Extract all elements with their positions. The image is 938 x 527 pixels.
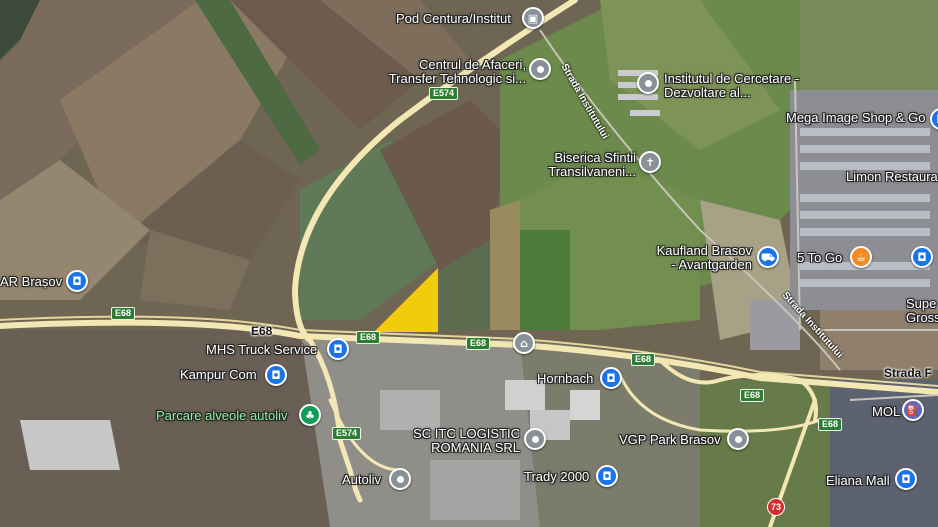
shopping-bag-icon: ◘ (606, 371, 616, 385)
camera-icon: ▣ (527, 11, 539, 25)
sc-itc-pin[interactable] (524, 428, 546, 450)
shopping-bag-icon: ◘ (333, 342, 343, 356)
sc-itc-label-line1: SC ITC LOGISTIC (413, 426, 520, 441)
pod-centura-pin[interactable]: ▣ (522, 7, 544, 29)
super-gross-pin[interactable]: ◘ (911, 246, 933, 268)
trady-label[interactable]: Trady 2000 (524, 470, 589, 484)
gas-station-icon: ⛽ (906, 403, 920, 417)
ar-brasov-label[interactable]: AR Brașov (0, 275, 62, 289)
kaufland-label[interactable]: Kaufland Brasov - Avantgarden (640, 244, 752, 272)
route-73-shield: 73 (767, 498, 785, 516)
sc-itc-label[interactable]: SC ITC LOGISTIC ROMANIA SRL (404, 427, 520, 455)
e68-shield-center: E68 (466, 337, 491, 350)
graduation-cap-icon: ⌂ (520, 336, 528, 350)
biserica-pin[interactable]: ✝ (639, 151, 661, 173)
shopping-bag-icon: ◘ (917, 250, 927, 264)
mega-image-label[interactable]: Mega Image Shop & Go (786, 111, 925, 125)
pod-centura-label[interactable]: Pod Centura/Institut (396, 12, 511, 26)
eliana-label[interactable]: Eliana Mall (826, 474, 890, 488)
5-to-go-pin[interactable]: ☕ (850, 246, 872, 268)
super-gross-label-line1: Supe (906, 296, 937, 311)
mol-pin[interactable]: ⛽ (902, 399, 924, 421)
centrul-afaceri-pin[interactable] (529, 58, 551, 80)
e574-shield-top: E574 (429, 87, 459, 100)
school-pin[interactable]: ⌂ (513, 332, 535, 354)
trady-pin[interactable]: ◘ (596, 465, 618, 487)
limon-label[interactable]: Limon Restaura (846, 170, 938, 184)
cross-icon: ✝ (645, 155, 655, 169)
mhs-truck-label[interactable]: MHS Truck Service (206, 343, 317, 357)
kampur-pin[interactable]: ◘ (265, 364, 287, 386)
biserica-label-line2: Transilvaneni... (548, 164, 636, 179)
eliana-pin[interactable]: ◘ (895, 468, 917, 490)
institutul-label[interactable]: Institutul de Cercetare - Dezvoltare al.… (664, 72, 799, 100)
e574-shield-bottom: E574 (332, 427, 362, 440)
centrul-afaceri-label[interactable]: Centrul de Afaceri, Transfer Tehnologic … (380, 58, 526, 86)
e68-shield-right1: E68 (631, 353, 656, 366)
kaufland-label-line1: Kaufland Brasov (656, 243, 752, 258)
autoliv-pin[interactable] (389, 468, 411, 490)
super-gross-label-line2: Gross& (906, 310, 938, 325)
parcare-label[interactable]: Parcare alveole autoliv (156, 409, 288, 423)
tree-icon: ♣ (305, 408, 315, 422)
autoliv-label[interactable]: Autoliv (342, 473, 381, 487)
e68-shield-mid: E68 (356, 331, 381, 344)
kaufland-pin[interactable]: ⛟ (757, 246, 779, 268)
e68-shield-right2: E68 (740, 389, 765, 402)
ar-brasov-pin[interactable]: ◘ (66, 270, 88, 292)
shopping-bag-icon: ◘ (602, 469, 612, 483)
pin-icon (531, 435, 539, 443)
institutul-label-line1: Institutul de Cercetare - (664, 71, 800, 86)
institutul-pin[interactable] (637, 72, 659, 94)
institutul-label-line2: Dezvoltare al... (664, 85, 751, 100)
shopping-bag-icon: ◘ (72, 274, 82, 288)
shopping-bag-icon: ◘ (901, 472, 911, 486)
centrul-afaceri-label-line2: Transfer Tehnologic si... (388, 71, 526, 86)
pin-icon (644, 79, 652, 87)
e68-shield-left: E68 (111, 307, 136, 320)
kampur-label[interactable]: Kampur Com (180, 368, 257, 382)
kaufland-label-line2: - Avantgarden (671, 257, 752, 272)
pin-icon (734, 435, 742, 443)
centrul-afaceri-label-line1: Centrul de Afaceri, (419, 57, 526, 72)
sc-itc-label-line2: ROMANIA SRL (431, 440, 520, 455)
hornbach-label[interactable]: Hornbach (537, 372, 593, 386)
vgp-park-label[interactable]: VGP Park Brasov (619, 433, 721, 447)
5-to-go-label[interactable]: 5 To Go (797, 251, 842, 265)
shopping-bag-icon: ◘ (271, 368, 281, 382)
vgp-park-pin[interactable] (727, 428, 749, 450)
e68-shield-right3: E68 (818, 418, 843, 431)
parcare-pin[interactable]: ♣ (299, 404, 321, 426)
hornbach-pin[interactable]: ◘ (600, 367, 622, 389)
pin-icon (536, 65, 544, 73)
mhs-truck-pin[interactable]: ◘ (327, 338, 349, 360)
cart-icon: ⛟ (761, 250, 775, 264)
biserica-label-line1: Biserica Sfintii (554, 150, 636, 165)
e68-road-label: E68 (251, 324, 273, 338)
super-gross-label[interactable]: Supe Gross& (906, 297, 938, 325)
satellite-map[interactable]: Pod Centura/Institut ▣ Centrul de Afacer… (0, 0, 938, 527)
strada-f-road-label: Strada F (884, 366, 933, 380)
biserica-label[interactable]: Biserica Sfintii Transilvaneni... (520, 151, 636, 179)
cafe-icon: ☕ (856, 250, 866, 264)
pin-icon (396, 475, 404, 483)
mol-label[interactable]: MOL (872, 405, 900, 419)
